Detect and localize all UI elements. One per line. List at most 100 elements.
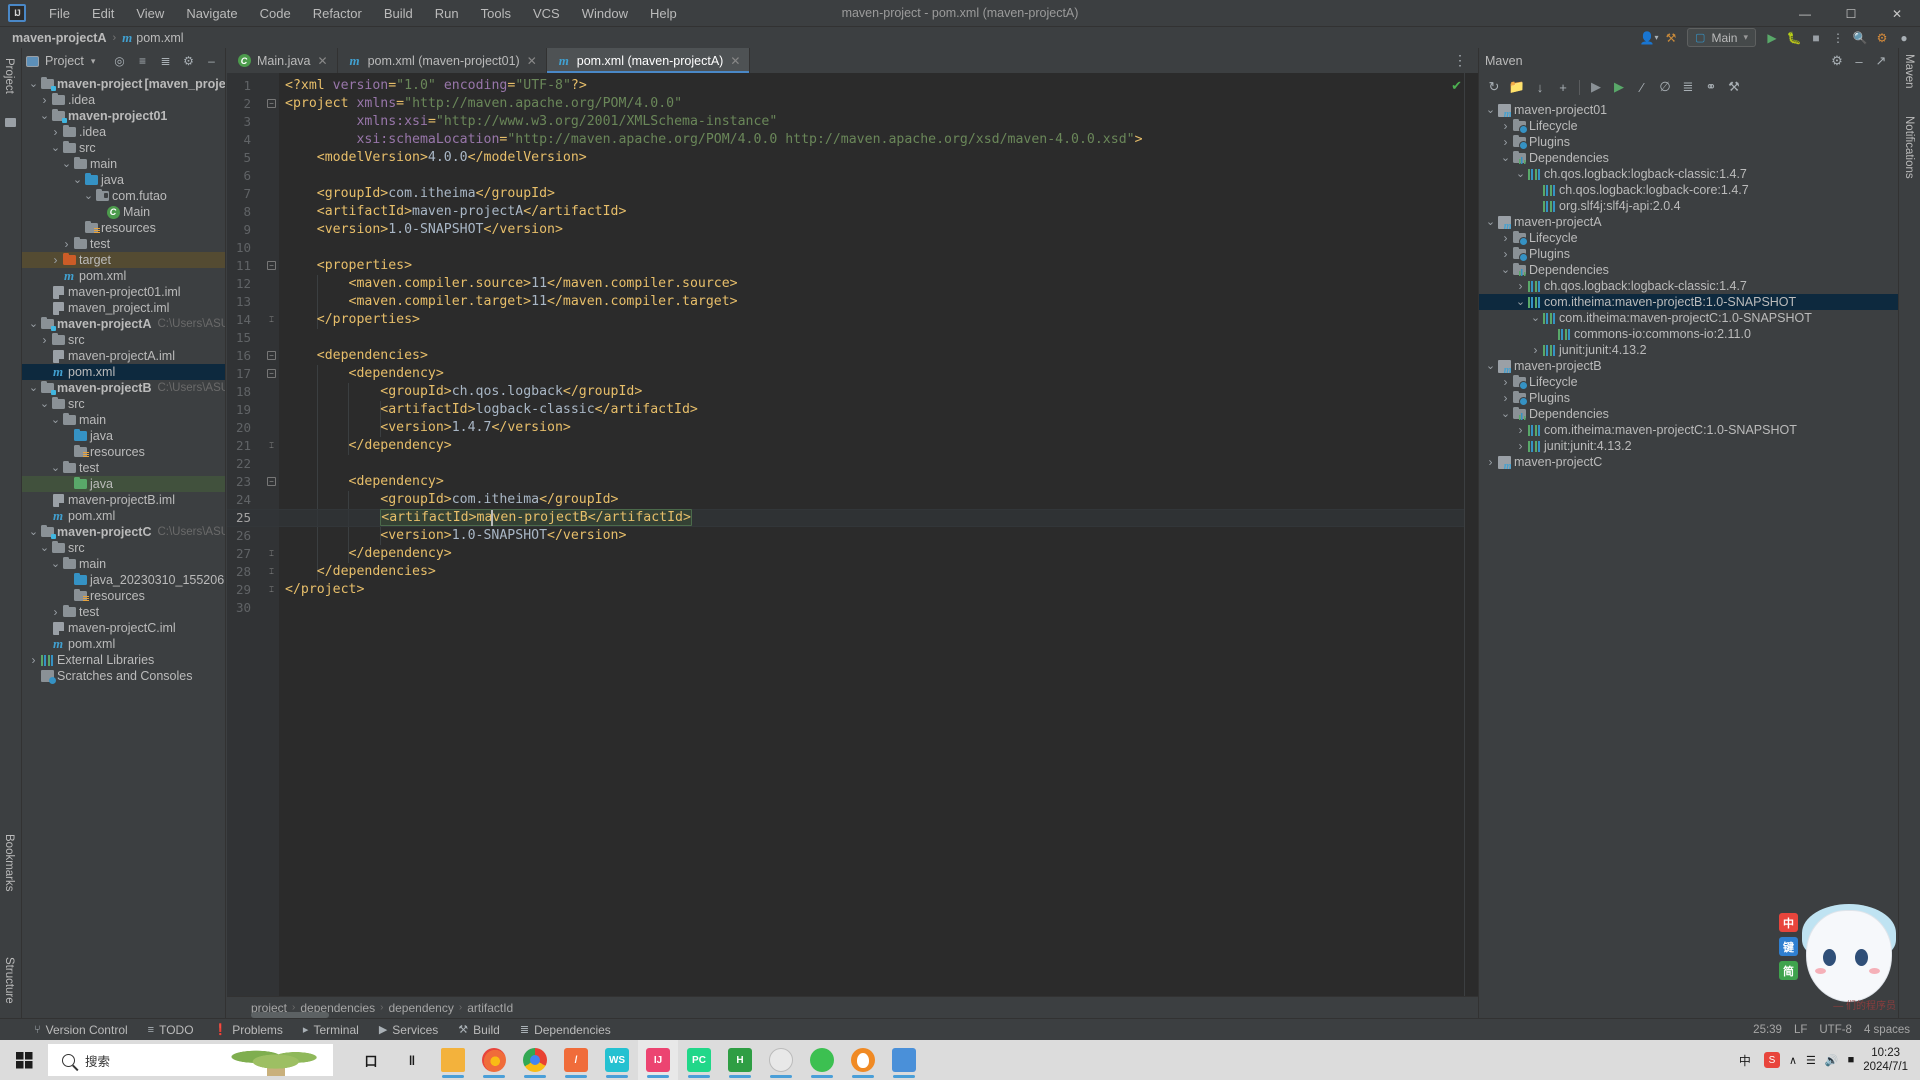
- start-button[interactable]: [0, 1040, 48, 1080]
- chevron-down-icon[interactable]: ⌄: [39, 543, 50, 554]
- code-line[interactable]: <dependencies>: [285, 347, 428, 365]
- add-icon[interactable]: +: [1552, 77, 1574, 98]
- sogou-ime-icon[interactable]: S: [1763, 1052, 1780, 1068]
- tree-node-external-libraries[interactable]: › External Libraries: [22, 652, 225, 668]
- maven-node-plugins[interactable]: › Plugins: [1479, 390, 1898, 406]
- tree-node-resources[interactable]: resources: [22, 588, 225, 604]
- stop-icon[interactable]: ■: [1806, 28, 1826, 47]
- task-view-icon[interactable]: 口: [351, 1040, 391, 1080]
- tree-node-src[interactable]: ⌄ src: [22, 396, 225, 412]
- tree-node-com-futao[interactable]: ⌄ com.futao: [22, 188, 225, 204]
- chevron-down-icon[interactable]: ⌄: [28, 383, 39, 394]
- breadcrumb-project[interactable]: maven-projectA: [10, 31, 108, 45]
- code-content[interactable]: <?xml version="1.0" encoding="UTF-8"?> <p…: [279, 73, 1478, 996]
- chevron-down-icon[interactable]: ⌄: [1485, 361, 1496, 372]
- chevron-down-icon[interactable]: ⌄: [1515, 169, 1526, 180]
- tree-node-maven-projecta[interactable]: ⌄ maven-projectA C:\Users\ASUS\De: [22, 316, 225, 332]
- sidebar-item-bookmarks[interactable]: Bookmarks: [3, 828, 15, 898]
- qq-icon[interactable]: [843, 1040, 883, 1080]
- tree-node-resources[interactable]: resources: [22, 444, 225, 460]
- menu-navigate[interactable]: Navigate: [175, 3, 248, 24]
- tree-node-maven-projectb-iml[interactable]: maven-projectB.iml: [22, 492, 225, 508]
- tool-window-todo[interactable]: ≡ TODO: [138, 1019, 204, 1041]
- network-icon[interactable]: ☰: [1806, 1054, 1816, 1067]
- maven-node-maven-projectb[interactable]: ⌄ maven-projectB: [1479, 358, 1898, 375]
- maven-node-dependencies[interactable]: ⌄ Dependencies: [1479, 406, 1898, 422]
- chevron-right-icon[interactable]: ›: [1500, 136, 1511, 148]
- tool-window-dependencies[interactable]: ≣ Dependencies: [510, 1019, 621, 1041]
- chevron-right-icon[interactable]: ›: [1515, 280, 1526, 292]
- tool-window-terminal[interactable]: ▸ Terminal: [293, 1019, 369, 1041]
- editor-tab-2[interactable]: m pom.xml (maven-projectA) ✕: [546, 48, 751, 73]
- ime-indicator-cn[interactable]: 中: [1735, 1050, 1755, 1070]
- firefox-icon[interactable]: [474, 1040, 514, 1080]
- fold-collapse-icon[interactable]: −: [267, 351, 276, 360]
- chevron-right-icon[interactable]: ›: [1500, 248, 1511, 260]
- menu-help[interactable]: Help: [639, 3, 688, 24]
- chevron-right-icon[interactable]: ›: [50, 606, 61, 618]
- menu-run[interactable]: Run: [424, 3, 470, 24]
- error-stripe[interactable]: ✔: [1451, 73, 1478, 996]
- editor-breadcrumbs[interactable]: project › dependencies › dependency › artifact…: [227, 996, 1478, 1018]
- chevron-down-icon[interactable]: ⌄: [1485, 217, 1496, 228]
- menu-build[interactable]: Build: [373, 3, 424, 24]
- line-number-gutter[interactable]: 1 2−3 4 5 6 7 8 9 10 11−12 13 14 ⌶ 15 16−17−18 19 20 21 ⌶ 2…: [227, 73, 279, 996]
- run-icon[interactable]: ▶: [1762, 28, 1782, 47]
- tree-node--idea[interactable]: › .idea: [22, 92, 225, 108]
- maven-node-org-slf4j-slf4j-api-2-0-4[interactable]: org.slf4j:slf4j-api:2.0.4: [1479, 198, 1898, 214]
- chevron-down-icon[interactable]: ⌄: [50, 143, 61, 154]
- code-line[interactable]: <groupId>com.itheima</groupId>: [285, 491, 618, 509]
- sidebar-item-maven[interactable]: Maven: [1903, 54, 1915, 89]
- code-line[interactable]: <properties>: [285, 257, 412, 275]
- orange-app-icon[interactable]: /: [556, 1040, 596, 1080]
- fold-end-icon[interactable]: ⌶: [267, 315, 276, 324]
- toggle-offline-icon[interactable]: ∅: [1654, 77, 1676, 98]
- chevron-right-icon[interactable]: ›: [1515, 440, 1526, 452]
- tree-node-maven-project01[interactable]: ⌄ maven-project01: [22, 108, 225, 124]
- chevron-down-icon[interactable]: ⌄: [28, 319, 39, 330]
- chevron-right-icon[interactable]: ›: [50, 254, 61, 266]
- hammer-build-icon[interactable]: ⚒: [1661, 28, 1681, 47]
- code-line[interactable]: <project xmlns="http://maven.apache.org/…: [285, 95, 682, 113]
- run-icon[interactable]: ▶: [1585, 77, 1607, 98]
- chevron-right-icon[interactable]: ›: [1515, 424, 1526, 436]
- menu-tools[interactable]: Tools: [470, 3, 522, 24]
- close-tab-icon[interactable]: ✕: [527, 54, 537, 68]
- tree-node-src[interactable]: ⌄ src: [22, 540, 225, 556]
- tree-node-test[interactable]: ⌄ test: [22, 460, 225, 476]
- menu-window[interactable]: Window: [571, 3, 639, 24]
- settings-icon[interactable]: ⚙: [1826, 51, 1848, 72]
- breadcrumb-artifactId[interactable]: artifactId: [467, 1001, 513, 1015]
- maven-node-plugins[interactable]: › Plugins: [1479, 246, 1898, 262]
- maven-node-lifecycle[interactable]: › Lifecycle: [1479, 118, 1898, 134]
- line-separator[interactable]: LF: [1794, 1024, 1807, 1036]
- tree-node-pom-xml[interactable]: m pom.xml: [22, 268, 225, 284]
- indent-setting[interactable]: 4 spaces: [1864, 1024, 1910, 1036]
- tree-node-maven-projectc-iml[interactable]: maven-projectC.iml: [22, 620, 225, 636]
- run-configuration-selector[interactable]: ▢ Main ▾: [1687, 28, 1756, 47]
- execute-goal-icon[interactable]: ▶: [1608, 77, 1630, 98]
- chevron-down-icon[interactable]: ⌄: [50, 415, 61, 426]
- minimize-icon[interactable]: –: [1848, 51, 1870, 72]
- tree-node-resources[interactable]: resources: [22, 220, 225, 236]
- sidebar-item-structure[interactable]: Structure: [3, 951, 15, 1010]
- chrome-icon[interactable]: [515, 1040, 555, 1080]
- clock[interactable]: 10:23 2024/7/1: [1863, 1046, 1912, 1075]
- settings-icon[interactable]: ⚙: [179, 52, 198, 71]
- chevron-down-icon[interactable]: ⌄: [1515, 297, 1526, 308]
- fold-end-icon[interactable]: ⌶: [267, 441, 276, 450]
- expand-all-icon[interactable]: ≡: [133, 52, 152, 71]
- chevron-down-icon[interactable]: ⌄: [1500, 265, 1511, 276]
- fold-end-icon[interactable]: ⌶: [267, 567, 276, 576]
- code-line[interactable]: <groupId>ch.qos.logback</groupId>: [285, 383, 642, 401]
- menu-view[interactable]: View: [125, 3, 175, 24]
- close-tab-icon[interactable]: ✕: [318, 54, 328, 68]
- code-line[interactable]: </project>: [285, 581, 364, 599]
- maven-node-junit-junit-4-13-2[interactable]: › junit:junit:4.13.2: [1479, 438, 1898, 454]
- maven-node-maven-project01[interactable]: ⌄ maven-project01: [1479, 102, 1898, 119]
- close-tab-icon[interactable]: ✕: [730, 54, 740, 68]
- chevron-down-icon[interactable]: ⌄: [1530, 313, 1541, 324]
- chevron-down-icon[interactable]: ⌄: [1500, 153, 1511, 164]
- tree-node-java[interactable]: java: [22, 476, 225, 492]
- editor-tab-1[interactable]: m pom.xml (maven-project01) ✕: [338, 48, 547, 73]
